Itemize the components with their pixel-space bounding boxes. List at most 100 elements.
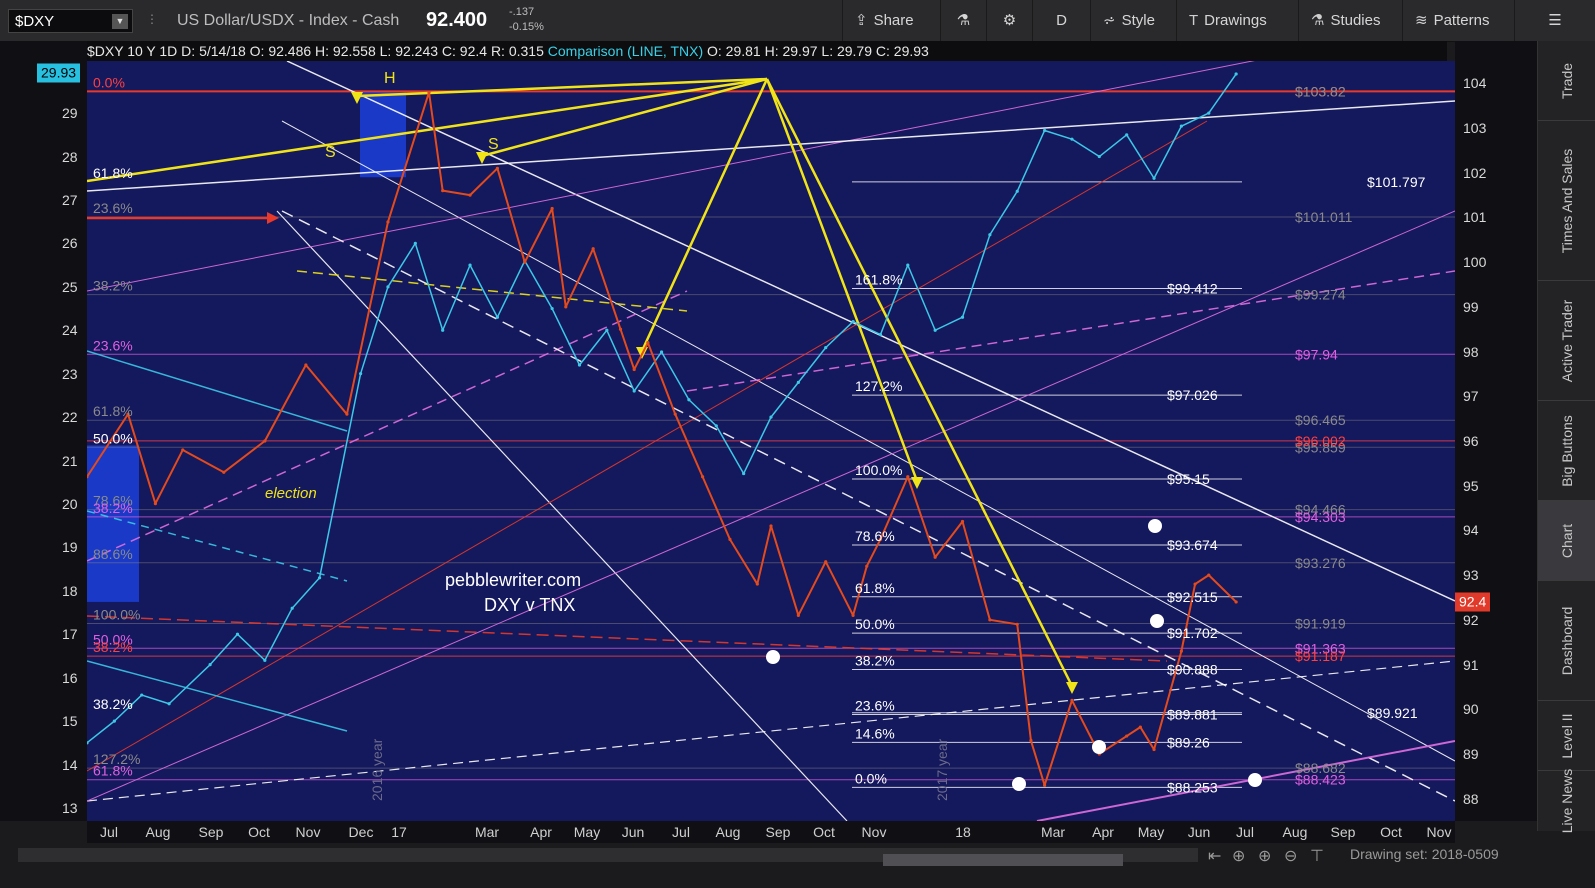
tab-dashboard[interactable]: Dashboard [1538,581,1595,701]
tab-live-news[interactable]: Live News [1538,769,1595,834]
right-tick-102: 102 [1463,164,1487,181]
patterns-label: Patterns [1433,12,1490,29]
annotation-h: H [384,70,396,87]
tnx-series-point [1152,176,1156,180]
x-tick-3: Oct [248,824,270,840]
reset-icon[interactable]: ⊤ [1310,846,1324,866]
tab-big-buttons[interactable]: Big Buttons [1538,401,1595,501]
share-label: Share [873,12,914,29]
dxy-series-point [755,582,759,586]
dxy-series-point [468,193,472,197]
x-tick-4: Nov [295,824,321,840]
yellow-fan-line-2 [640,78,769,352]
dxy-series-point [1029,738,1033,743]
price-label-18: $91.702 [1167,625,1218,641]
tab-times-and-sales-label: Times And Sales [1559,148,1575,253]
share-button[interactable]: ⇪ Share [842,0,940,41]
symbol-dropdown-icon[interactable]: ▼ [112,14,128,29]
crosshair-icon[interactable]: ⊕ [1232,846,1245,866]
zoom-in-icon[interactable]: ⊕ [1258,846,1271,866]
left-fib-label-0: 0.0% [93,74,125,90]
x-tick-5: Dec [348,824,374,840]
style-icon: ⩫ [1103,12,1116,29]
tab-level-ii[interactable]: Level II [1538,701,1595,771]
right-tick-91: 91 [1463,656,1479,673]
tnx-series-point [742,471,746,476]
dxy-series-point [345,412,349,416]
tnx-series-point [824,346,828,350]
white-marker-0 [1148,519,1162,533]
price-label-5: $99.274 [1295,287,1346,303]
x-tick-7: Mar [474,824,500,840]
dxy-series-point [865,564,869,568]
right-tick-104: 104 [1463,75,1487,92]
style-button[interactable]: ⩫ Style [1090,0,1176,41]
left-tick-19: 19 [62,539,78,556]
top-toolbar: $DXY ▼ ⋮ US Dollar/USDX - Index - Cash 9… [0,0,1595,42]
left-tick-17: 17 [62,626,78,643]
scroll-left-icon[interactable]: ⇤ [1208,846,1221,866]
x-tick-13: Sep [765,824,791,840]
tnx-series-point [1097,154,1101,159]
period-button[interactable]: D [1032,0,1090,41]
settings-button[interactable]: ⚙ [986,0,1032,41]
annotation-2017: 2017 year [934,738,950,801]
left-tick-26: 26 [62,235,78,252]
left-tick-25: 25 [62,278,78,295]
left-tick-23: 23 [62,365,78,382]
fib-label-4: 61.8% [855,580,895,596]
flask-button[interactable]: ⚗ [940,0,986,41]
change-value: -.137 [509,6,535,18]
left-tick-28: 28 [62,148,78,165]
chart-scrollbar[interactable] [18,848,1198,866]
share-icon: ⇪ [855,12,868,29]
scrollbar-thumb[interactable] [883,854,1123,866]
symbol-input[interactable]: $DXY ▼ [8,9,133,33]
dxy-series-point [1193,582,1197,586]
menu-button[interactable]: ☰ [1514,0,1595,41]
drawings-button[interactable]: T Drawings [1176,0,1298,41]
price-label-8: $96.465 [1295,412,1346,428]
bottom-bar: ⇤ ⊕ ⊕ ⊖ ⊤ Drawing set: 2018-0509 [0,843,1537,888]
tnx-series-point [1125,133,1129,137]
studies-button[interactable]: ⚗ Studies [1298,0,1402,41]
price-label-24: $89.26 [1167,734,1210,750]
fib-label-2: 100.0% [855,462,902,478]
dxy-series-point [646,341,650,345]
white-marker-3 [1012,777,1026,791]
white-marker-5 [1150,614,1164,628]
info-comparison: Comparison (LINE, TNX) [547,43,704,59]
tnx-series-point [495,315,499,319]
yellow-fan-arrow-4 [1066,682,1078,694]
right-tick-101: 101 [1463,209,1487,226]
left-fib-label-13: 38.2% [93,696,133,712]
tab-chart[interactable]: Chart [1538,501,1595,581]
menu-icon: ☰ [1548,12,1562,29]
dxy-series-point [906,475,910,479]
tab-active-trader[interactable]: Active Trader [1538,281,1595,401]
dxy-series-point [618,327,623,331]
tab-trade[interactable]: Trade [1538,41,1595,121]
left-fib-label-12: 38.2% [93,639,133,655]
dxy-series-line [87,91,1237,787]
tab-times-and-sales[interactable]: Times And Sales [1538,121,1595,281]
fib-label-3: 78.6% [855,528,895,544]
dxy-series-point [632,367,636,372]
dxy-series-point [1070,698,1074,702]
tnx-series-point [1207,111,1211,115]
white-marker-4 [766,650,780,664]
tnx-series-point [1043,128,1047,133]
left-tick-29: 29 [62,105,78,122]
tab-dashboard-label: Dashboard [1559,606,1575,675]
right-tick-97: 97 [1463,388,1479,405]
zoom-out-icon[interactable]: ⊖ [1284,846,1297,866]
drag-handle-icon[interactable]: ⋮ [146,12,158,30]
right-tick-95: 95 [1463,477,1479,494]
chart-plot-area[interactable]: 161.8% 127.2% 100.0% 78.6% 61.8% 50.0% 38.2% 23… [87,61,1455,821]
x-tick-16: 18 [955,824,971,840]
patterns-button[interactable]: ≋ Patterns [1402,0,1514,41]
right-tick-99: 99 [1463,298,1479,315]
tnx-series-point [235,632,240,636]
x-tick-18: Apr [1092,824,1114,840]
dxy-series-point [728,537,732,541]
